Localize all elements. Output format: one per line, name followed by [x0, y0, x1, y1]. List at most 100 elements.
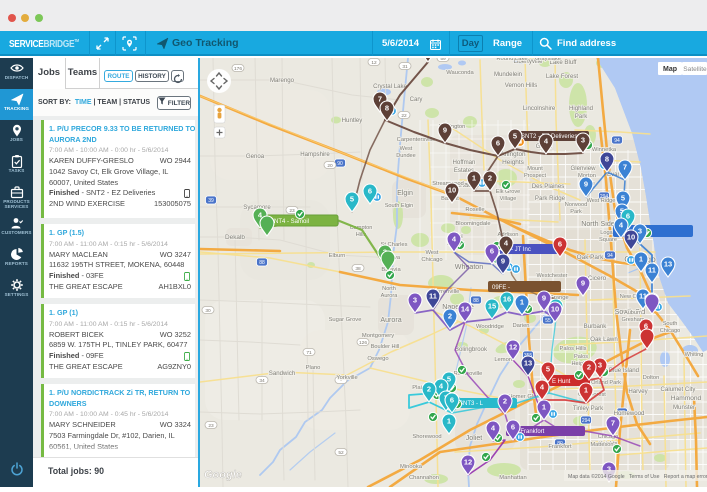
svg-text:North Side: North Side: [581, 220, 615, 228]
svg-text:Roselle: Roselle: [465, 207, 484, 213]
svg-text:2: 2: [503, 397, 507, 406]
svg-text:Norwood: Norwood: [565, 202, 587, 208]
svg-text:8: 8: [385, 104, 389, 113]
svg-text:Dekalb: Dekalb: [225, 234, 245, 241]
svg-text:Yorkville: Yorkville: [336, 375, 357, 381]
svg-text:5: 5: [350, 195, 354, 204]
svg-text:Glenview: Glenview: [570, 165, 596, 172]
svg-text:Hampshire: Hampshire: [300, 151, 330, 158]
svg-text:Vernon Hills: Vernon Hills: [505, 82, 538, 89]
svg-text:Woodridge: Woodridge: [476, 324, 504, 330]
svg-text:Manhattan: Manhattan: [499, 475, 526, 481]
svg-text:West Ridge: West Ridge: [587, 198, 616, 204]
svg-text:3: 3: [638, 227, 642, 236]
svg-text:5: 5: [621, 194, 625, 203]
svg-text:West: West: [400, 146, 413, 152]
svg-text:Whiting: Whiting: [685, 352, 704, 358]
svg-text:Lincolnshire: Lincolnshire: [523, 105, 556, 112]
svg-text:7: 7: [611, 419, 615, 428]
svg-text:Aurora: Aurora: [381, 293, 399, 299]
svg-text:Oswego: Oswego: [367, 356, 388, 362]
svg-text:Lake Forest: Lake Forest: [546, 73, 578, 80]
svg-text:6: 6: [558, 240, 562, 249]
svg-text:Matteson: Matteson: [590, 442, 613, 448]
svg-text:294: 294: [582, 418, 591, 424]
svg-text:2: 2: [427, 385, 431, 394]
svg-text:Dolton: Dolton: [643, 375, 660, 381]
svg-text:12: 12: [464, 458, 472, 467]
svg-text:E Hunt: E Hunt: [552, 379, 571, 385]
svg-text:Crystal Lake: Crystal Lake: [373, 83, 407, 90]
svg-text:10: 10: [551, 305, 559, 314]
svg-text:SNT3 - L: SNT3 - L: [459, 401, 484, 407]
svg-text:23: 23: [208, 423, 214, 429]
svg-text:1: 1: [520, 298, 524, 307]
svg-text:3: 3: [413, 296, 417, 305]
svg-text:31: 31: [402, 64, 408, 70]
svg-text:8: 8: [605, 155, 609, 164]
svg-text:6: 6: [626, 212, 630, 221]
svg-text:59: 59: [440, 58, 446, 62]
svg-text:2: 2: [448, 312, 452, 321]
svg-text:Satellite: Satellite: [683, 66, 707, 73]
svg-text:9: 9: [581, 279, 585, 288]
svg-text:Park Ridge: Park Ridge: [535, 195, 566, 202]
svg-text:Aurora: Aurora: [380, 316, 401, 324]
svg-text:6: 6: [511, 423, 515, 432]
svg-text:1: 1: [639, 255, 643, 264]
svg-text:Harvey: Harvey: [628, 388, 648, 395]
svg-text:3: 3: [598, 361, 602, 370]
svg-text:Palos: Palos: [574, 354, 588, 360]
svg-text:11: 11: [648, 266, 656, 275]
svg-text:23: 23: [289, 208, 295, 214]
svg-text:6: 6: [368, 187, 372, 196]
svg-text:1: 1: [584, 386, 588, 395]
svg-text:15: 15: [488, 302, 496, 311]
svg-text:71: 71: [306, 350, 312, 356]
svg-text:Marengo: Marengo: [270, 77, 295, 84]
svg-text:9: 9: [443, 126, 447, 135]
svg-text:52: 52: [338, 450, 344, 456]
svg-text:22: 22: [401, 113, 407, 119]
svg-text:5: 5: [513, 132, 517, 141]
svg-text:Joliet: Joliet: [466, 434, 483, 442]
svg-text:South: South: [663, 321, 678, 327]
svg-text:Oak Park: Oak Park: [577, 254, 604, 261]
svg-text:9: 9: [501, 257, 505, 266]
svg-text:1: 1: [472, 174, 476, 183]
svg-text:Westchester: Westchester: [537, 273, 568, 279]
svg-text:Prospect: Prospect: [524, 173, 547, 179]
svg-text:16: 16: [503, 295, 511, 304]
svg-text:94: 94: [614, 138, 620, 144]
svg-text:Sandwich: Sandwich: [269, 370, 295, 377]
svg-text:Elburn: Elburn: [329, 253, 346, 259]
svg-text:Sugar Grove: Sugar Grove: [329, 317, 362, 323]
svg-text:Shorewood: Shorewood: [412, 434, 441, 440]
svg-text:Cary: Cary: [410, 96, 424, 103]
svg-text:94: 94: [607, 253, 613, 259]
svg-text:Oak Lawn: Oak Lawn: [590, 336, 617, 343]
svg-text:Heights: Heights: [502, 159, 524, 166]
svg-text:10: 10: [448, 186, 456, 195]
svg-text:3: 3: [581, 136, 585, 145]
svg-text:Hammond: Hammond: [671, 395, 702, 402]
svg-text:20: 20: [327, 163, 333, 169]
svg-text:Minooka: Minooka: [400, 464, 423, 470]
svg-text:Elk Grove: Elk Grove: [496, 189, 521, 195]
svg-text:West: West: [425, 250, 438, 256]
svg-text:126: 126: [359, 340, 367, 346]
svg-text:Munster: Munster: [673, 404, 695, 411]
svg-text:Square: Square: [599, 237, 617, 243]
svg-text:Huntley: Huntley: [342, 117, 364, 124]
svg-text:1: 1: [542, 403, 546, 412]
svg-text:55: 55: [545, 318, 551, 324]
svg-text:Frankfort: Frankfort: [548, 444, 572, 450]
svg-text:6: 6: [450, 396, 454, 405]
svg-text:88: 88: [473, 298, 479, 304]
svg-text:9: 9: [542, 294, 546, 303]
svg-text:9: 9: [584, 180, 588, 189]
svg-text:SNT4 - Samoil: SNT4 - Samoil: [270, 219, 309, 225]
svg-text:South Elgin: South Elgin: [385, 203, 414, 209]
svg-text:Palos Hills: Palos Hills: [559, 346, 586, 352]
svg-text:5: 5: [546, 365, 550, 374]
